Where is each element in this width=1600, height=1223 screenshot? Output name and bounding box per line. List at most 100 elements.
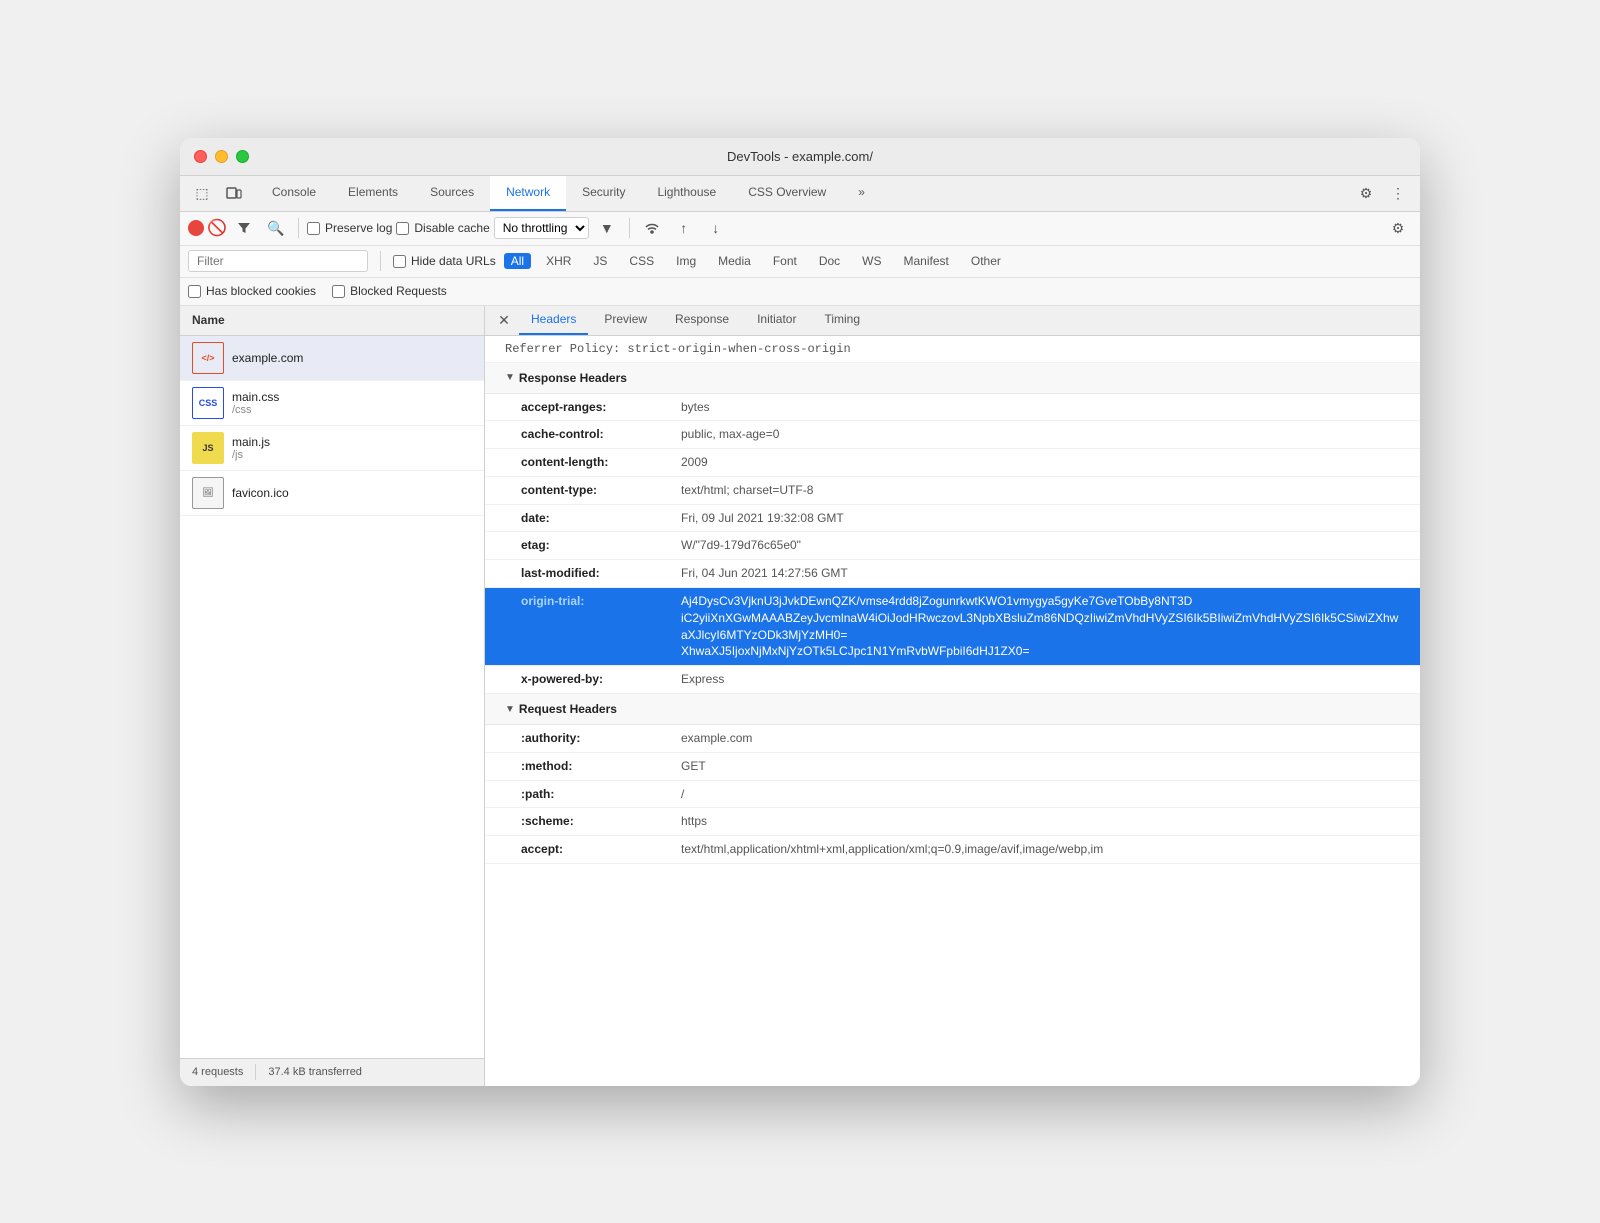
headers-tabs: ✕ Headers Preview Response Initiator Tim…: [485, 306, 1420, 336]
header-value: bytes: [681, 399, 710, 416]
file-path: /css: [232, 404, 279, 416]
html-file-icon: </>: [192, 342, 224, 374]
titlebar: DevTools - example.com/: [180, 138, 1420, 176]
filter-type-other[interactable]: Other: [964, 253, 1008, 269]
file-info: favicon.ico: [232, 486, 289, 500]
preserve-log-input[interactable]: [307, 222, 320, 235]
toolbar-separator-1: [298, 218, 299, 238]
headers-tab-headers[interactable]: Headers: [519, 306, 588, 336]
throttle-select[interactable]: No throttling: [494, 217, 589, 239]
header-name: :method:: [521, 758, 681, 775]
disable-cache-input[interactable]: [396, 222, 409, 235]
triangle-icon: ▼: [505, 372, 515, 383]
settings-gear-icon[interactable]: ⚙: [1384, 214, 1412, 242]
tab-css-overview[interactable]: CSS Overview: [732, 175, 842, 211]
preserve-log-checkbox[interactable]: Preserve log: [307, 221, 392, 235]
header-name: etag:: [521, 537, 681, 554]
hide-data-urls-input[interactable]: [393, 255, 406, 268]
file-name: main.js: [232, 435, 270, 449]
header-name: origin-trial:: [521, 593, 681, 660]
upload-icon[interactable]: ↑: [670, 214, 698, 242]
transfer-size: 37.4 kB transferred: [268, 1066, 362, 1078]
maximize-button[interactable]: [236, 150, 249, 163]
devtools-window: DevTools - example.com/ ⬚ Console Elemen…: [180, 138, 1420, 1086]
file-item[interactable]: </> example.com: [180, 336, 484, 381]
close-button[interactable]: [194, 150, 207, 163]
panel-close-button[interactable]: ✕: [493, 309, 515, 331]
headers-tab-timing[interactable]: Timing: [812, 306, 872, 336]
header-value: https: [681, 813, 707, 830]
header-row: cache-control: public, max-age=0: [485, 421, 1420, 449]
filter-button[interactable]: [230, 214, 258, 242]
more-options-icon[interactable]: ⋮: [1384, 179, 1412, 207]
header-row: content-type: text/html; charset=UTF-8: [485, 477, 1420, 505]
filter-type-img[interactable]: Img: [669, 253, 703, 269]
header-row: :path: /: [485, 781, 1420, 809]
tab-elements[interactable]: Elements: [332, 175, 414, 211]
response-headers-title: Response Headers: [519, 371, 627, 385]
headers-tab-preview[interactable]: Preview: [592, 306, 659, 336]
checkbox-row: Has blocked cookies Blocked Requests: [180, 278, 1420, 306]
hide-data-urls-checkbox[interactable]: Hide data URLs: [393, 254, 496, 268]
header-value: text/html,application/xhtml+xml,applicat…: [681, 841, 1103, 858]
header-value: Aj4DysCv3VjknU3jJvkDEwnQZK/vmse4rdd8jZog…: [681, 593, 1400, 660]
tab-console[interactable]: Console: [256, 175, 332, 211]
tab-bar: ⬚ Console Elements Sources Network Secur…: [180, 176, 1420, 212]
triangle-icon: ▼: [505, 704, 515, 715]
filter-sep: [380, 251, 381, 271]
wifi-icon[interactable]: [638, 214, 666, 242]
filter-type-manifest[interactable]: Manifest: [897, 253, 956, 269]
device-toggle-icon[interactable]: [220, 179, 248, 207]
header-name: accept:: [521, 841, 681, 858]
toolbar-separator-2: [629, 218, 630, 238]
blocked-requests-input[interactable]: [332, 285, 345, 298]
file-item[interactable]: JS main.js /js: [180, 426, 484, 471]
header-value: /: [681, 786, 684, 803]
has-blocked-cookies-input[interactable]: [188, 285, 201, 298]
header-name: cache-control:: [521, 426, 681, 443]
file-name: favicon.ico: [232, 486, 289, 500]
blocked-requests-label[interactable]: Blocked Requests: [332, 284, 447, 298]
filter-type-doc[interactable]: Doc: [812, 253, 847, 269]
file-item[interactable]: 🖼 favicon.ico: [180, 471, 484, 516]
tab-security[interactable]: Security: [566, 175, 641, 211]
header-row: x-powered-by: Express: [485, 666, 1420, 694]
header-row: accept: text/html,application/xhtml+xml,…: [485, 836, 1420, 864]
filter-type-css[interactable]: CSS: [622, 253, 661, 269]
has-blocked-cookies-label[interactable]: Has blocked cookies: [188, 284, 316, 298]
file-panel-footer: 4 requests 37.4 kB transferred: [180, 1058, 484, 1086]
clear-button[interactable]: 🚫: [208, 219, 226, 237]
tab-more[interactable]: »: [842, 175, 881, 211]
header-name: content-type:: [521, 482, 681, 499]
download-icon[interactable]: ↓: [702, 214, 730, 242]
response-headers-section[interactable]: ▼ Response Headers: [485, 363, 1420, 394]
settings-icon[interactable]: ⚙: [1352, 179, 1380, 207]
cursor-icon[interactable]: ⬚: [188, 179, 216, 207]
filter-type-all[interactable]: All: [504, 253, 531, 269]
header-value: 2009: [681, 454, 708, 471]
filter-type-js[interactable]: JS: [586, 253, 614, 269]
record-button[interactable]: [188, 220, 204, 236]
filter-type-font[interactable]: Font: [766, 253, 804, 269]
tab-lighthouse[interactable]: Lighthouse: [641, 175, 732, 211]
filter-input[interactable]: [188, 250, 368, 272]
headers-tab-initiator[interactable]: Initiator: [745, 306, 808, 336]
search-button[interactable]: 🔍: [262, 214, 290, 242]
minimize-button[interactable]: [215, 150, 228, 163]
file-path: /js: [232, 449, 270, 461]
main-tabs: Console Elements Sources Network Securit…: [256, 175, 1352, 211]
file-list: </> example.com CSS main.css /css: [180, 336, 484, 1058]
disable-cache-checkbox[interactable]: Disable cache: [396, 221, 489, 235]
filter-type-media[interactable]: Media: [711, 253, 758, 269]
headers-tab-response[interactable]: Response: [663, 306, 741, 336]
request-headers-section[interactable]: ▼ Request Headers: [485, 694, 1420, 725]
tab-sources[interactable]: Sources: [414, 175, 490, 211]
throttle-arrow-icon[interactable]: ▼: [593, 214, 621, 242]
header-value: example.com: [681, 730, 752, 747]
header-value: text/html; charset=UTF-8: [681, 482, 813, 499]
css-file-icon: CSS: [192, 387, 224, 419]
tab-network[interactable]: Network: [490, 175, 566, 211]
file-item[interactable]: CSS main.css /css: [180, 381, 484, 426]
filter-type-ws[interactable]: WS: [855, 253, 888, 269]
filter-type-xhr[interactable]: XHR: [539, 253, 578, 269]
